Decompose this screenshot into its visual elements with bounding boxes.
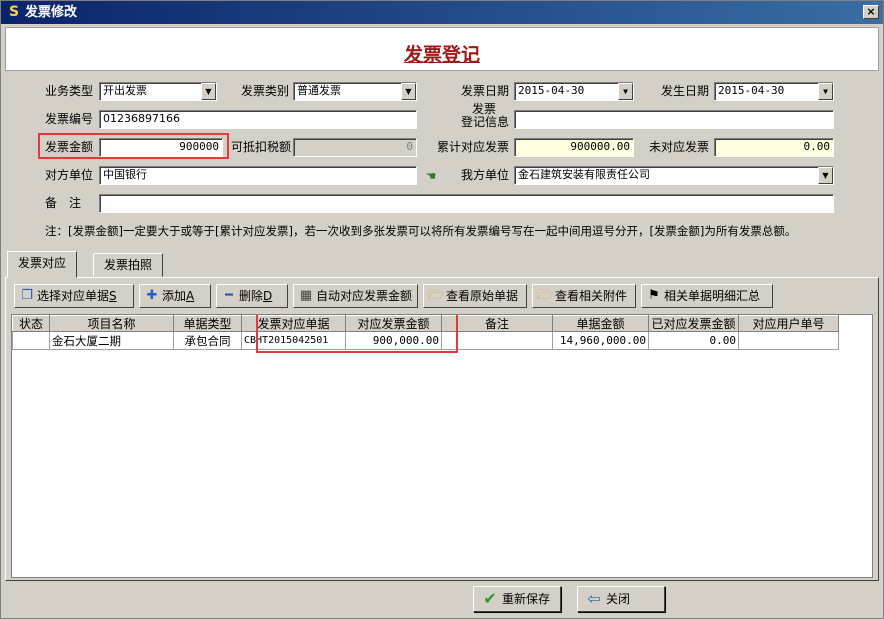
view-attachments-button[interactable]: 🗁 查看相关附件 — [532, 284, 636, 308]
registration-info-input[interactable] — [514, 110, 834, 129]
invoice-edit-window: S 发票修改 × 发票登记 业务类型 开出发票 ▼ 发票类别 普通发票 ▼ 发票… — [0, 0, 884, 619]
tab-panel-invoice-matching: ❐ 选择对应单据S ✚ 添加A ━ 删除D ▦ 自动对应发票金额 🗁 查看原始单… — [5, 277, 879, 581]
counterparty-input[interactable]: 中国银行 — [99, 166, 417, 185]
unmatched-field: 0.00 — [714, 138, 834, 157]
cell-remark[interactable] — [441, 331, 553, 350]
column-header-status[interactable]: 状态 — [12, 315, 50, 332]
add-button[interactable]: ✚ 添加A — [139, 284, 211, 308]
invoice-amount-label: 发票金额 — [45, 140, 94, 154]
window-title: 发票修改 — [25, 5, 78, 20]
column-header-remark[interactable]: 备注 — [441, 315, 553, 332]
invoice-number-label: 发票编号 — [45, 112, 94, 126]
cell-user-no[interactable] — [738, 331, 839, 350]
column-header-matched[interactable]: 已对应发票金额 — [648, 315, 739, 332]
invoice-form: 业务类型 开出发票 ▼ 发票类别 普通发票 ▼ 发票日期 2015-04-30 … — [5, 73, 879, 249]
chevron-down-icon[interactable]: ▼ — [818, 83, 833, 100]
chevron-down-icon[interactable]: ▼ — [818, 167, 833, 184]
header-panel: 发票登记 — [5, 27, 879, 71]
dialog-button-bar: ✔ 重新保存 ⇦ 关闭 — [1, 581, 883, 618]
document-select-icon: ❐ — [21, 288, 33, 303]
delete-button[interactable]: ━ 删除D — [216, 284, 288, 308]
counterparty-label: 对方单位 — [45, 168, 94, 182]
form-note: 注：[发票金额]一定要大于或等于[累计对应发票]，若一次收到多张发票可以将所有发… — [45, 224, 797, 238]
cell-project[interactable]: 金石大厦二期 — [49, 331, 174, 350]
cell-doc-amount[interactable]: 14,960,000.00 — [552, 331, 649, 350]
chevron-down-icon[interactable]: ▼ — [401, 83, 416, 100]
exit-door-icon: ⇦ — [587, 589, 601, 608]
close-button[interactable]: ⇦ 关闭 — [577, 586, 665, 612]
invoice-date-label: 发票日期 — [461, 84, 510, 98]
cell-matched[interactable]: 0.00 — [648, 331, 739, 350]
invoice-amount-input[interactable]: 900000 — [99, 138, 223, 157]
column-header-doc-type[interactable]: 单据类型 — [173, 315, 242, 332]
column-header-project[interactable]: 项目名称 — [49, 315, 174, 332]
our-unit-label: 我方单位 — [461, 168, 510, 182]
minus-icon: ━ — [225, 288, 233, 303]
detail-summary-button[interactable]: ⚑ 相关单据明细汇总 — [641, 284, 773, 308]
column-header-doc-amount[interactable]: 单据金额 — [552, 315, 649, 332]
invoice-number-input[interactable]: 01236897166 — [99, 110, 417, 129]
plus-icon: ✚ — [146, 288, 158, 303]
auto-match-amount-button[interactable]: ▦ 自动对应发票金额 — [293, 284, 418, 308]
business-type-select[interactable]: 开出发票 ▼ — [99, 82, 217, 101]
invoice-category-label: 发票类别 — [241, 84, 290, 98]
remarks-input[interactable] — [99, 194, 834, 213]
cumulative-matched-field: 900000.00 — [514, 138, 634, 157]
select-docs-button[interactable]: ❐ 选择对应单据S — [14, 284, 134, 308]
tab-strip: 发票对应 发票拍照 — [5, 251, 879, 278]
view-original-docs-button[interactable]: 🗁 查看原始单据 — [423, 284, 527, 308]
occurrence-date-label: 发生日期 — [661, 84, 710, 98]
deductible-tax-label: 可抵扣税额 — [231, 140, 292, 154]
column-header-user-no[interactable]: 对应用户单号 — [738, 315, 839, 332]
registration-info-label-bottom: 登记信息 — [461, 115, 510, 129]
tab-invoice-photo[interactable]: 发票拍照 — [93, 253, 164, 277]
invoice-category-select[interactable]: 普通发票 ▼ — [293, 82, 417, 101]
checkered-flag-icon: ⚑ — [648, 288, 660, 303]
business-type-label: 业务类型 — [45, 84, 94, 98]
cell-status[interactable] — [12, 331, 50, 350]
cell-doc-type[interactable]: 承包合同 — [173, 331, 242, 350]
lookup-hand-icon[interactable]: ☚ — [423, 169, 439, 183]
matched-columns-highlight — [256, 315, 458, 353]
matching-grid[interactable]: 状态 项目名称 单据类型 发票对应单据 对应发票金额 备注 单据金额 已对应发票… — [11, 314, 873, 578]
chevron-down-icon[interactable]: ▼ — [618, 83, 633, 100]
save-button[interactable]: ✔ 重新保存 — [473, 586, 561, 612]
our-unit-select[interactable]: 金石建筑安装有限责任公司 ▼ — [514, 166, 834, 185]
occurrence-date-picker[interactable]: 2015-04-30 ▼ — [714, 82, 834, 101]
folder-open-icon: 🗁 — [537, 288, 554, 303]
close-icon[interactable]: × — [863, 5, 879, 19]
chevron-down-icon[interactable]: ▼ — [201, 83, 216, 100]
unmatched-label: 未对应发票 — [649, 140, 710, 154]
tab-invoice-matching[interactable]: 发票对应 — [7, 251, 78, 278]
page-title: 发票登记 — [403, 44, 480, 66]
remarks-label: 备 注 — [45, 196, 82, 210]
invoice-date-picker[interactable]: 2015-04-30 ▼ — [514, 82, 634, 101]
app-logo-icon: S — [8, 4, 20, 20]
checkmark-icon: ✔ — [483, 589, 497, 608]
calculator-icon: ▦ — [299, 288, 313, 303]
cumulative-matched-label: 累计对应发票 — [437, 140, 510, 154]
folder-open-icon: 🗁 — [428, 288, 445, 303]
title-bar[interactable]: S 发票修改 × — [1, 1, 883, 24]
deductible-tax-input[interactable]: 0 — [293, 138, 417, 157]
